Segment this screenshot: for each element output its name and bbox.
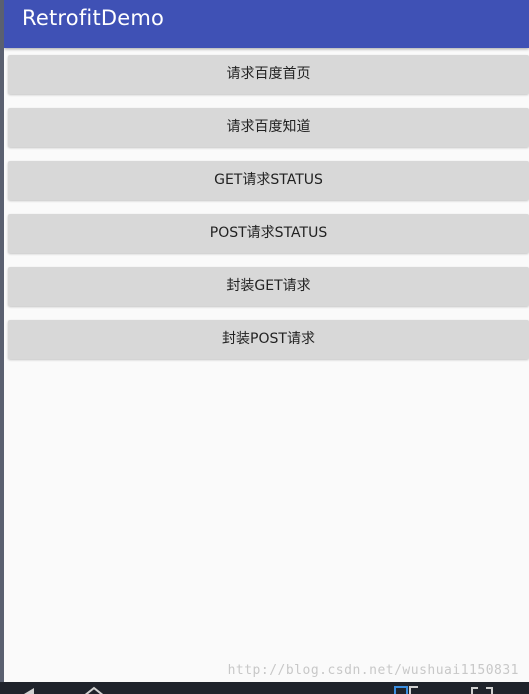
request-baidu-home-button[interactable]: 请求百度首页 bbox=[8, 55, 529, 94]
system-nav-bar bbox=[0, 682, 529, 694]
button-list: 请求百度首页 请求百度知道 GET请求STATUS POST请求STATUS 封… bbox=[8, 55, 529, 373]
app-bar: RetrofitDemo bbox=[4, 0, 529, 48]
app-screen: RetrofitDemo 请求百度首页 请求百度知道 GET请求STATUS P… bbox=[4, 0, 529, 682]
wrapped-post-button[interactable]: 封装POST请求 bbox=[8, 320, 529, 359]
watermark: http://blog.csdn.net/wushuai1150831 bbox=[227, 663, 519, 678]
post-status-button[interactable]: POST请求STATUS bbox=[8, 214, 529, 253]
app-title: RetrofitDemo bbox=[22, 6, 165, 30]
back-icon[interactable] bbox=[20, 686, 44, 694]
get-status-button[interactable]: GET请求STATUS bbox=[8, 161, 529, 200]
request-baidu-zhidao-button[interactable]: 请求百度知道 bbox=[8, 108, 529, 147]
home-icon[interactable] bbox=[82, 686, 106, 694]
screenshot-icon[interactable] bbox=[470, 686, 494, 694]
recent-apps-icon[interactable] bbox=[394, 686, 418, 694]
wrapped-get-button[interactable]: 封装GET请求 bbox=[8, 267, 529, 306]
